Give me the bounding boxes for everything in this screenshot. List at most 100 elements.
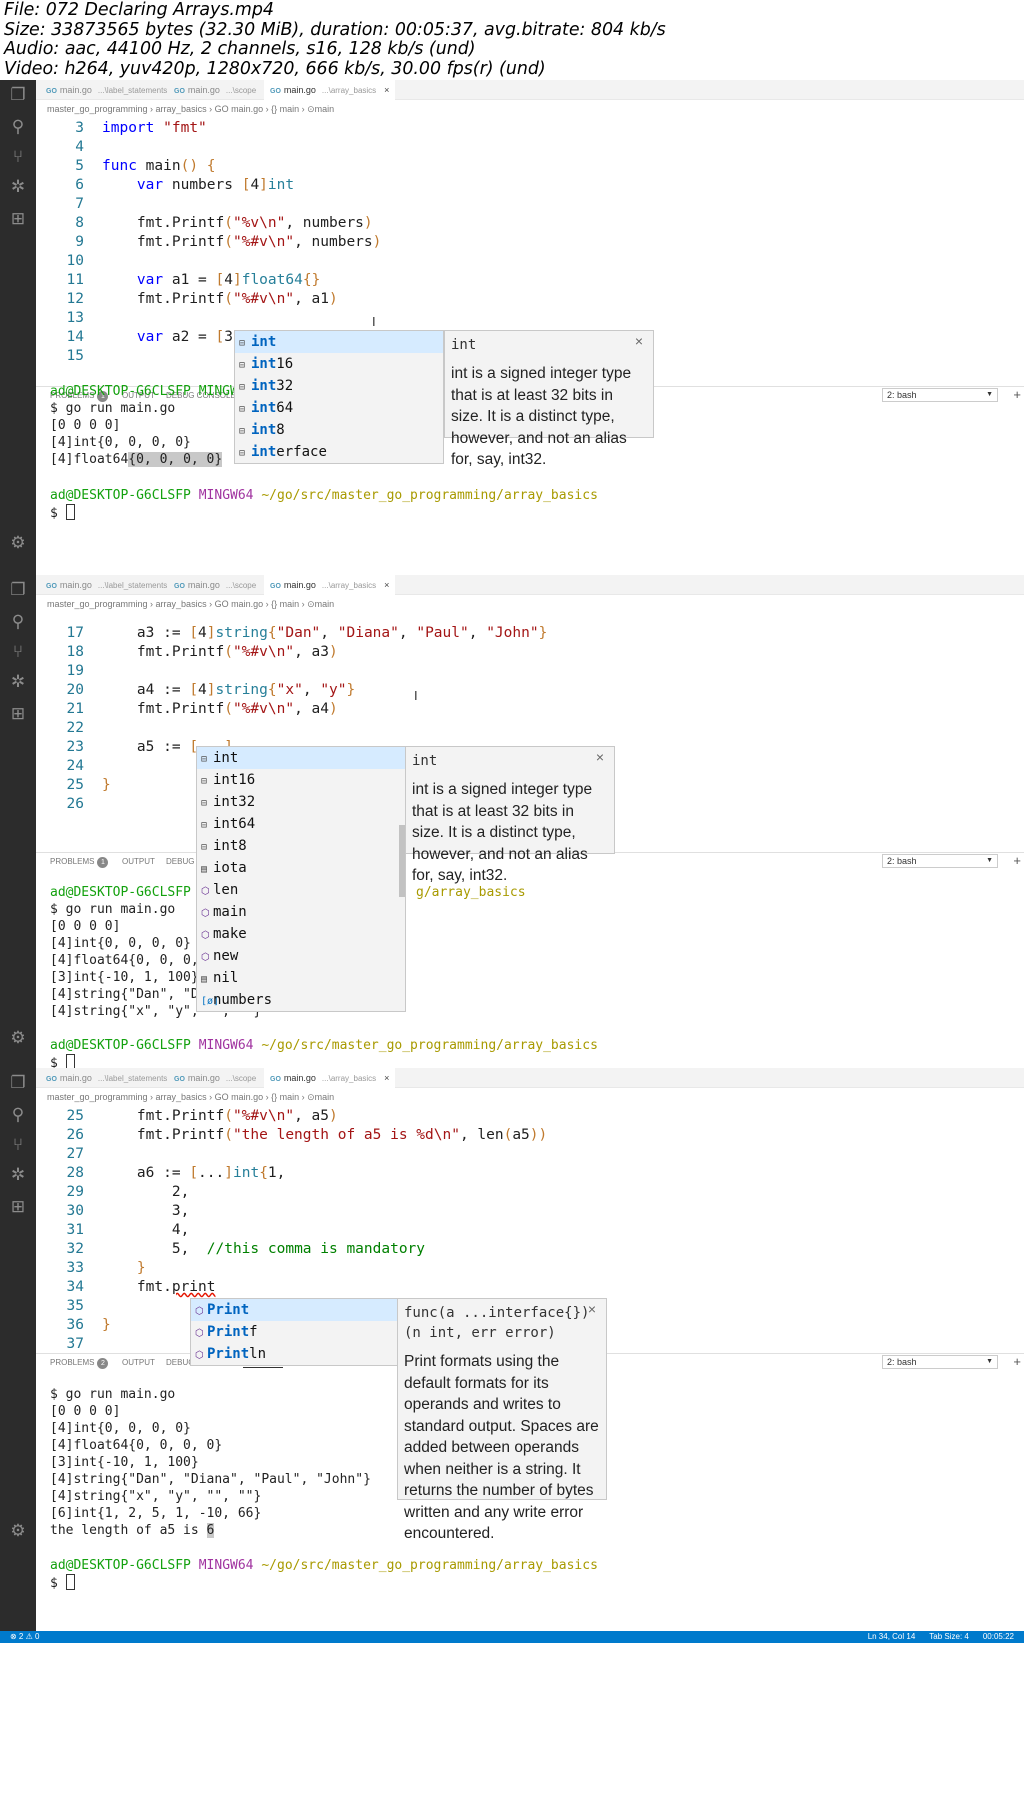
suggestion-kind-icon: ⊟ <box>201 776 208 787</box>
suggestion-item[interactable]: ⊟ int64 <box>235 397 443 419</box>
explorer-icon[interactable]: ❐ <box>7 1072 29 1094</box>
tab-label: main.go <box>59 85 92 95</box>
suggestion-item[interactable]: ⬡ new <box>197 945 405 967</box>
editor-tabs: GO main.go ...\label_statements GO main.go..… <box>36 80 1024 100</box>
suggestion-item[interactable]: ⊟ interface <box>235 441 443 463</box>
suggestion-item[interactable]: ⊟ int <box>235 331 443 353</box>
terminal-select[interactable]: 2: bash ▼ <box>882 854 998 868</box>
suggestion-label: new <box>213 948 239 964</box>
suggestion-details: int int is a signed integer type that is … <box>444 330 654 468</box>
tab-main-go-2[interactable]: GO main.go ...\scope <box>168 575 262 595</box>
suggestion-item[interactable]: ⊟ int32 <box>197 791 405 813</box>
suggestion-item[interactable]: ⊟ int8 <box>235 419 443 441</box>
tab-main-go-1[interactable]: GO main.go ...\label_statements <box>40 80 173 100</box>
tab-main-go-3[interactable]: GO main.go ...\array_basics × <box>264 80 396 100</box>
suggestion-item[interactable]: ⊟ int32 <box>235 375 443 397</box>
debug-icon[interactable]: ✲ <box>7 176 29 198</box>
suggestion-item[interactable]: ▤ iota <box>197 857 405 879</box>
explorer-icon[interactable]: ❐ <box>7 84 29 106</box>
suggestion-item[interactable]: [ø]numbers <box>197 989 405 1011</box>
autocomplete-list[interactable]: ⊟ int ⊟ int16 ⊟ int32 ⊟ int64 ⊟ int8 ▤ iota ⬡ len ⬡ mai… <box>196 746 406 1012</box>
add-terminal-icon[interactable]: + <box>1013 1354 1021 1369</box>
close-icon[interactable]: × <box>384 85 389 95</box>
suggestion-item[interactable]: ⊟ int <box>197 747 405 769</box>
breadcrumb[interactable]: master_go_programming › array_basics › G… <box>47 596 334 612</box>
suggestion-kind-icon: ⊟ <box>239 448 246 459</box>
settings-gear-icon[interactable]: ⚙ <box>7 1027 29 1049</box>
suggestion-item[interactable]: ⊟ int16 <box>235 353 443 375</box>
autocomplete-list[interactable]: ⬡ Print ⬡ Printf ⬡ Println <box>190 1298 400 1366</box>
breadcrumb[interactable]: master_go_programming › array_basics › G… <box>47 1089 334 1105</box>
suggestion-kind-icon: ⬡ <box>195 1328 204 1339</box>
close-icon[interactable]: × <box>596 749 604 765</box>
suggestion-kind-icon: ⊟ <box>201 820 208 831</box>
close-icon[interactable]: × <box>635 333 643 349</box>
debug-icon[interactable]: ✲ <box>7 1164 29 1186</box>
close-icon[interactable]: × <box>384 1073 389 1083</box>
cursor-position[interactable]: Ln 34, Col 14 <box>868 1632 916 1641</box>
suggestion-item[interactable]: ⬡ Print <box>191 1299 399 1321</box>
video-timestamp: 00:05:22 <box>982 1632 1014 1641</box>
suggestion-label: int64 <box>213 816 256 832</box>
suggestion-item[interactable]: ⬡ make <box>197 923 405 945</box>
go-file-icon: GO <box>270 1076 281 1083</box>
settings-gear-icon[interactable]: ⚙ <box>7 532 29 554</box>
search-icon[interactable]: ⚲ <box>7 1104 29 1126</box>
source-control-icon[interactable]: ⑂ <box>7 641 29 663</box>
tab-label: main.go <box>187 85 220 95</box>
suggestion-item[interactable]: ⬡ Printf <box>191 1321 399 1343</box>
terminal-output: [4]int{0, 0, 0, 0} <box>50 936 191 951</box>
editor-tabs: GO main.go ...\label_statements GO main.go..… <box>36 575 1024 595</box>
tab-dir: ...\scope <box>225 1074 257 1083</box>
tab-main-go-2[interactable]: GO main.go ...\scope <box>168 1068 262 1088</box>
suggestion-item[interactable]: ⊟ int64 <box>197 813 405 835</box>
tab-label: main.go <box>283 85 316 95</box>
tab-main-go-3[interactable]: GO main.go ...\array_basics × <box>264 1068 396 1088</box>
add-terminal-icon[interactable]: + <box>1013 853 1021 868</box>
tab-size[interactable]: Tab Size: 4 <box>929 1632 969 1641</box>
terminal-output: [3]int{-10, 1, 100} <box>50 1455 199 1470</box>
tab-main-go-2[interactable]: GO main.go ...\scope <box>168 80 262 100</box>
explorer-icon[interactable]: ❐ <box>7 579 29 601</box>
problems-status[interactable]: ⊗ 2 ⚠ 0 <box>10 1631 39 1643</box>
suggestion-item[interactable]: ⬡ main <box>197 901 405 923</box>
search-icon[interactable]: ⚲ <box>7 611 29 633</box>
suggestion-item[interactable]: ⬡ Println <box>191 1343 399 1365</box>
close-icon[interactable]: × <box>384 580 389 590</box>
suggestion-kind-icon: ⊟ <box>239 360 246 371</box>
autocomplete-list[interactable]: ⊟ int ⊟ int16 ⊟ int32 ⊟ int64 ⊟ int8 ⊟ interface <box>234 330 444 464</box>
search-icon[interactable]: ⚲ <box>7 116 29 138</box>
suggestion-item[interactable]: ⊟ int16 <box>197 769 405 791</box>
tab-problems[interactable]: PROBLEMS 1 <box>50 857 109 868</box>
suggestion-label: make <box>213 926 247 942</box>
extensions-icon[interactable]: ⊞ <box>7 208 29 230</box>
extensions-icon[interactable]: ⊞ <box>7 703 29 725</box>
tab-output[interactable]: OUTPUT <box>122 1358 155 1367</box>
go-file-icon: GO <box>174 1076 185 1083</box>
suggestion-kind-icon: ⊟ <box>239 338 246 349</box>
extensions-icon[interactable]: ⊞ <box>7 1196 29 1218</box>
terminal-select[interactable]: 2: bash ▼ <box>882 1355 998 1369</box>
problems-count: 1 <box>97 857 109 868</box>
add-terminal-icon[interactable]: + <box>1013 387 1021 402</box>
go-file-icon: GO <box>270 583 281 590</box>
close-icon[interactable]: × <box>588 1301 596 1317</box>
debug-icon[interactable]: ✲ <box>7 671 29 693</box>
suggestion-label: int <box>213 750 239 766</box>
tab-output[interactable]: OUTPUT <box>122 857 155 866</box>
tab-problems[interactable]: PROBLEMS 2 <box>50 1358 109 1369</box>
terminal-command: $ go run main.go <box>50 1387 176 1402</box>
breadcrumb[interactable]: master_go_programming › array_basics › G… <box>47 101 334 117</box>
tab-main-go-1[interactable]: GO main.go ...\label_statements <box>40 1068 173 1088</box>
suggestion-details: func(a ...interface{}) (n int, err error… <box>397 1298 607 1542</box>
suggestion-kind-icon: ⊟ <box>201 798 208 809</box>
terminal-select[interactable]: 2: bash ▼ <box>882 388 998 402</box>
suggestion-item[interactable]: ⊟ int8 <box>197 835 405 857</box>
source-control-icon[interactable]: ⑂ <box>7 1134 29 1156</box>
suggestion-item[interactable]: ▤ nil <box>197 967 405 989</box>
tab-main-go-1[interactable]: GO main.go ...\label_statements <box>40 575 173 595</box>
settings-gear-icon[interactable]: ⚙ <box>7 1520 29 1542</box>
source-control-icon[interactable]: ⑂ <box>7 146 29 168</box>
suggestion-item[interactable]: ⬡ len <box>197 879 405 901</box>
tab-main-go-3[interactable]: GO main.go ...\array_basics × <box>264 575 396 595</box>
